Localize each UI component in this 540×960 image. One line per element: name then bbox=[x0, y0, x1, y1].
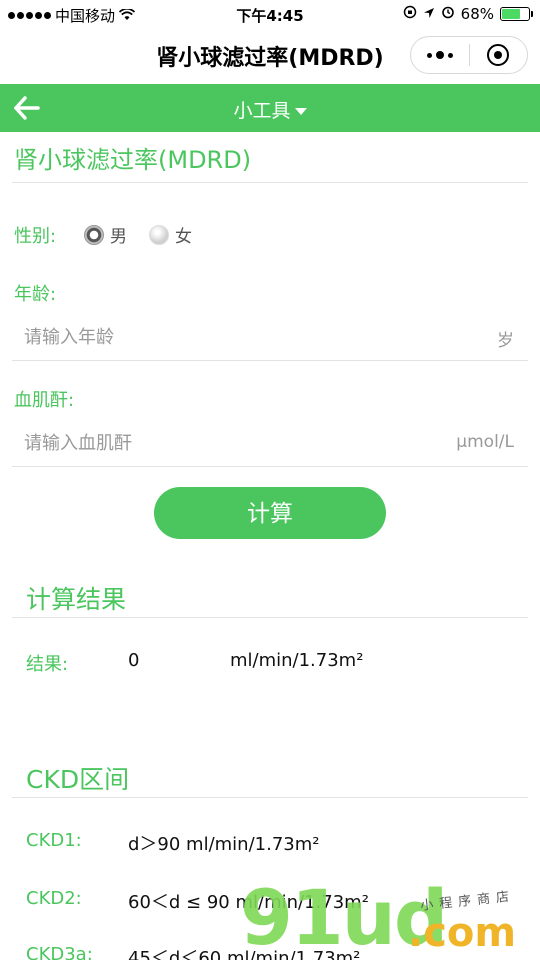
status-right: 68% bbox=[403, 5, 533, 23]
calculate-button[interactable]: 计算 bbox=[154, 487, 386, 539]
more-icon bbox=[426, 51, 453, 59]
battery-fill bbox=[502, 9, 520, 19]
sex-radio-group: 男 女 bbox=[84, 222, 214, 247]
divider bbox=[12, 466, 528, 467]
creatinine-label: 血肌酐: bbox=[14, 390, 75, 411]
target-icon bbox=[487, 44, 510, 66]
rotation-lock-icon bbox=[403, 5, 417, 23]
ckd2-label: CKD2: bbox=[26, 888, 82, 909]
age-label: 年龄: bbox=[14, 284, 57, 305]
ckd-title: CKD区间 bbox=[26, 765, 130, 794]
radio-male-label[interactable]: 男 bbox=[110, 222, 127, 247]
tools-menu-label: 小工具 bbox=[233, 100, 291, 122]
ckd1-label: CKD1: bbox=[26, 830, 82, 851]
ckd2-range: 60＜d ≤ 90 ml/min/1.73m² bbox=[128, 892, 369, 913]
result-title: 计算结果 bbox=[26, 585, 127, 614]
divider bbox=[12, 360, 528, 361]
age-field-row: 岁 bbox=[12, 314, 528, 360]
more-button[interactable] bbox=[411, 37, 469, 73]
result-label: 结果: bbox=[26, 654, 69, 675]
divider bbox=[12, 182, 528, 183]
battery-percent: 68% bbox=[460, 5, 494, 23]
creatinine-input[interactable] bbox=[24, 428, 444, 458]
battery-icon bbox=[500, 7, 533, 21]
sex-label: 性别: bbox=[14, 226, 57, 247]
nav-bar: 肾小球滤过率(MDRD) bbox=[0, 28, 540, 84]
radio-male[interactable] bbox=[84, 224, 104, 245]
mini-program-capsule bbox=[410, 36, 528, 74]
result-value: 0 bbox=[128, 650, 140, 671]
watermark-tagline: 小程序商店 bbox=[419, 889, 516, 914]
ckd1-range: d＞90 ml/min/1.73m² bbox=[128, 834, 320, 855]
watermark-domain: .com bbox=[408, 910, 517, 956]
status-bar: 中国移动 下午4:45 68% bbox=[0, 0, 540, 28]
age-input[interactable] bbox=[24, 322, 444, 352]
divider bbox=[12, 617, 528, 618]
creatinine-field-row: μmol/L bbox=[12, 420, 528, 466]
alarm-icon bbox=[441, 5, 455, 23]
radio-female[interactable] bbox=[149, 224, 169, 245]
age-unit: 岁 bbox=[497, 331, 514, 351]
ckd3a-label: CKD3a: bbox=[26, 944, 93, 960]
tools-menu[interactable]: 小工具 bbox=[0, 96, 540, 123]
location-icon bbox=[423, 5, 435, 23]
divider bbox=[12, 797, 528, 798]
creatinine-unit: μmol/L bbox=[456, 432, 514, 452]
caret-down-icon bbox=[294, 108, 307, 115]
result-unit: ml/min/1.73m² bbox=[230, 650, 364, 671]
form-heading: 肾小球滤过率(MDRD) bbox=[14, 146, 252, 174]
close-mini-program-button[interactable] bbox=[470, 37, 528, 73]
tool-bar: 小工具 bbox=[0, 84, 540, 132]
ckd3a-range: 45＜d＜60 ml/min/1.73m² bbox=[128, 948, 361, 960]
radio-female-label[interactable]: 女 bbox=[175, 222, 192, 247]
